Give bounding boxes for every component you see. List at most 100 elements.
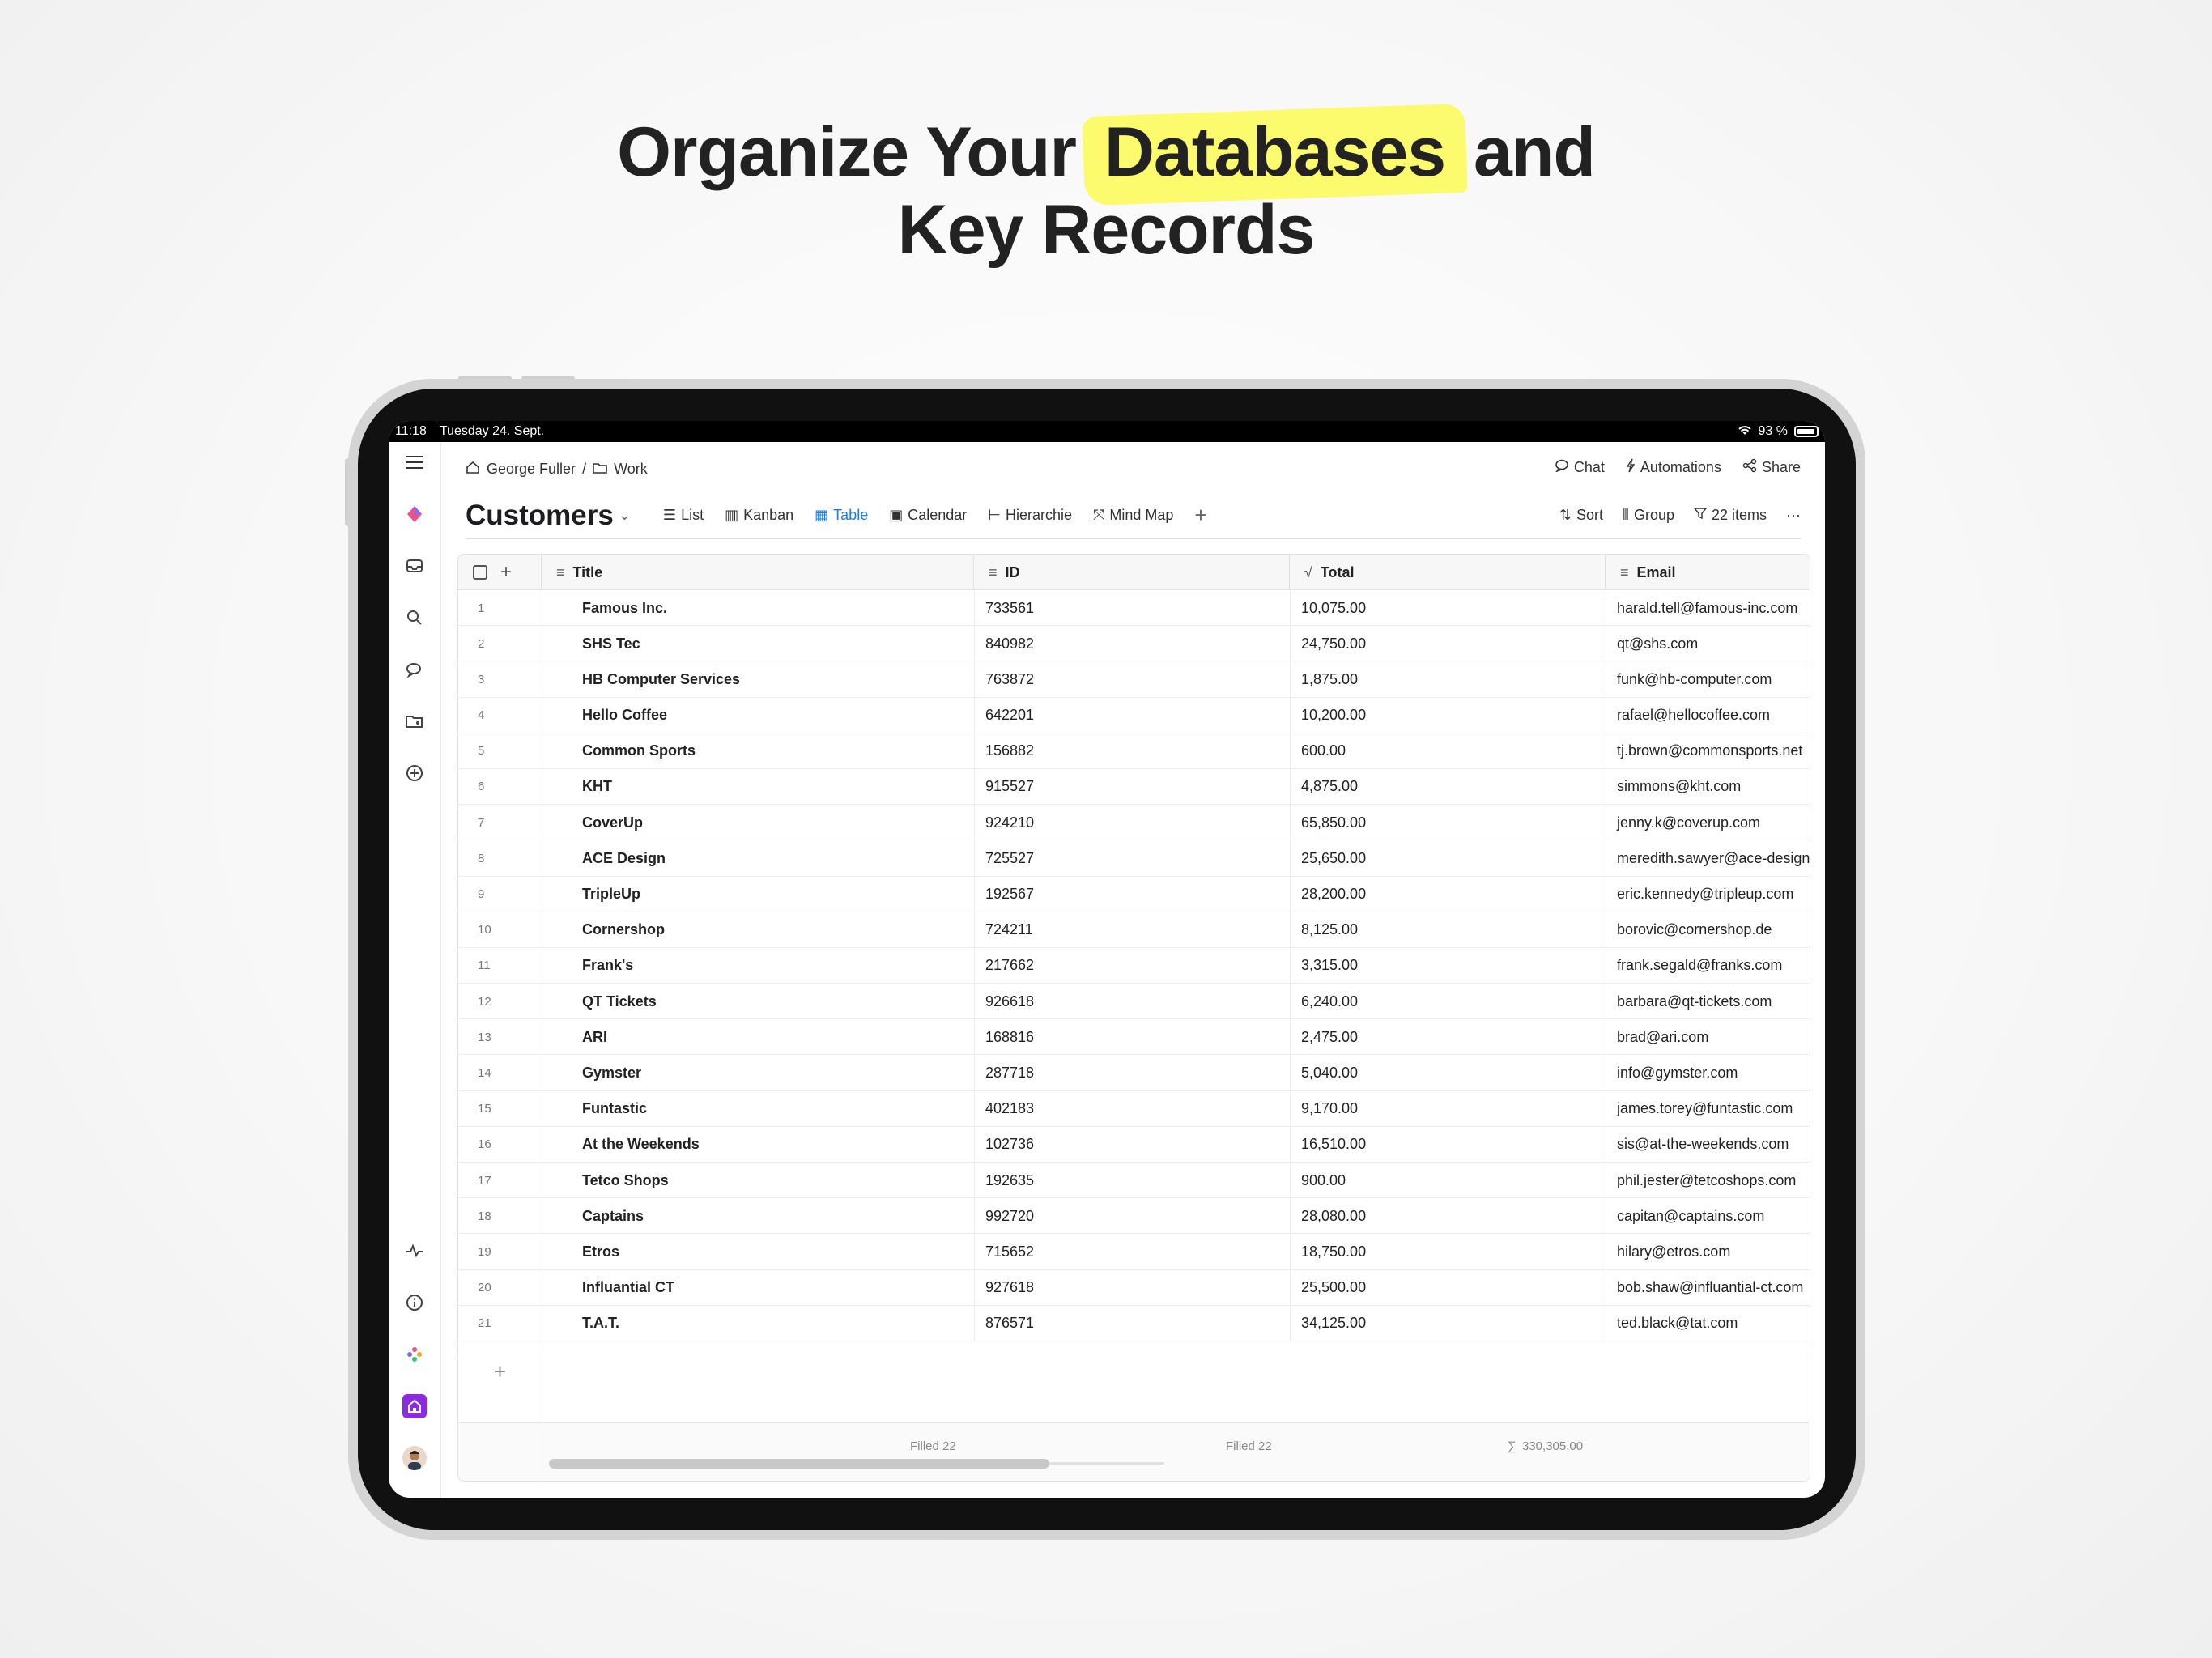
cell-title[interactable]: Gymster	[542, 1055, 974, 1090]
table-row[interactable]: 16 At the Weekends 102736 16,510.00 sis@at-t…	[458, 1126, 1810, 1163]
cell-email[interactable]: sis@at-the-weekends.com	[1606, 1127, 1810, 1163]
cell-title[interactable]: Frank's	[542, 948, 974, 984]
more-icon[interactable]: ···	[1786, 507, 1801, 524]
add-row-icon[interactable]: +	[458, 1354, 542, 1390]
chat-icon[interactable]	[402, 657, 427, 682]
select-all-checkbox[interactable]	[473, 565, 487, 580]
cell-email[interactable]: info@gymster.com	[1606, 1055, 1810, 1090]
breadcrumb-user[interactable]: George Fuller	[487, 461, 576, 478]
cell-total[interactable]: 10,075.00	[1290, 590, 1606, 626]
cell-total[interactable]: 1,875.00	[1290, 661, 1606, 697]
tab-list[interactable]: ☰ List	[663, 507, 704, 524]
cell-total[interactable]: 16,510.00	[1290, 1127, 1606, 1163]
cell-email[interactable]: harald.tell@famous-inc.com	[1606, 590, 1810, 626]
table-row[interactable]: 2 SHS Tec 840982 24,750.00 qt@shs.com	[458, 626, 1810, 662]
table-row[interactable]: 15 Funtastic 402183 9,170.00 james.torey@fun…	[458, 1090, 1810, 1127]
cell-title[interactable]: CoverUp	[542, 805, 974, 840]
home-icon[interactable]	[402, 1394, 427, 1418]
cell-id[interactable]: 724211	[974, 912, 1290, 948]
automations-button[interactable]: Automations	[1626, 458, 1721, 477]
sort-button[interactable]: ⇅ Sort	[1559, 507, 1603, 524]
column-header-title[interactable]: ≡ Title	[542, 555, 974, 590]
cell-email[interactable]: phil.jester@tetcoshops.com	[1606, 1163, 1810, 1198]
cell-email[interactable]: bob.shaw@influantial-ct.com	[1606, 1270, 1810, 1306]
cell-id[interactable]: 992720	[974, 1198, 1290, 1234]
cell-id[interactable]: 287718	[974, 1055, 1290, 1090]
cell-title[interactable]: KHT	[542, 769, 974, 805]
cell-email[interactable]: jenny.k@coverup.com	[1606, 805, 1810, 840]
cell-title[interactable]: ARI	[542, 1019, 974, 1055]
table-row[interactable]: 9 TripleUp 192567 28,200.00 eric.kennedy@tri…	[458, 876, 1810, 912]
table-row[interactable]: 6 KHT 915527 4,875.00 simmons@kht.com	[458, 768, 1810, 806]
cell-title[interactable]: Funtastic	[542, 1091, 974, 1127]
breadcrumb-folder[interactable]: Work	[614, 461, 648, 478]
table-row[interactable]: 17 Tetco Shops 192635 900.00 phil.jester@tet…	[458, 1163, 1810, 1199]
chat-button[interactable]: Chat	[1555, 458, 1605, 477]
add-column-icon[interactable]: +	[500, 561, 512, 584]
table-row[interactable]: 10 Cornershop 724211 8,125.00 borovic@corner…	[458, 912, 1810, 948]
table-row[interactable]: 5 Common Sports 156882 600.00 tj.brown@commo…	[458, 733, 1810, 769]
cell-email[interactable]: qt@shs.com	[1606, 626, 1810, 661]
cell-title[interactable]: ACE Design	[542, 840, 974, 876]
cell-email[interactable]: eric.kennedy@tripleup.com	[1606, 877, 1810, 912]
cell-id[interactable]: 733561	[974, 590, 1290, 626]
cell-total[interactable]: 900.00	[1290, 1163, 1606, 1198]
cell-total[interactable]: 28,200.00	[1290, 877, 1606, 912]
avatar[interactable]	[402, 1446, 427, 1470]
cell-id[interactable]: 725527	[974, 840, 1290, 876]
app-logo-icon[interactable]	[402, 502, 427, 526]
cell-email[interactable]: ted.black@tat.com	[1606, 1306, 1810, 1341]
table-row[interactable]: 1 Famous Inc. 733561 10,075.00 harald.tell@f…	[458, 590, 1810, 627]
apps-icon[interactable]	[402, 1342, 427, 1367]
cell-title[interactable]: Captains	[542, 1198, 974, 1234]
tab-mindmap[interactable]: ⤧ Mind Map	[1093, 507, 1173, 524]
cell-title[interactable]: Cornershop	[542, 912, 974, 948]
cell-email[interactable]: james.torey@funtastic.com	[1606, 1091, 1810, 1127]
cell-id[interactable]: 926618	[974, 984, 1290, 1019]
table-row[interactable]: 11 Frank's 217662 3,315.00 frank.segald@fran…	[458, 947, 1810, 984]
cell-title[interactable]: At the Weekends	[542, 1127, 974, 1163]
cell-id[interactable]: 876571	[974, 1306, 1290, 1341]
cell-total[interactable]: 5,040.00	[1290, 1055, 1606, 1090]
table-row[interactable]: 3 HB Computer Services 763872 1,875.00 funk@…	[458, 661, 1810, 698]
cell-id[interactable]: 763872	[974, 661, 1290, 697]
table-row[interactable]: 19 Etros 715652 18,750.00 hilary@etros.com	[458, 1234, 1810, 1270]
info-icon[interactable]	[402, 1290, 427, 1315]
table-row[interactable]: 18 Captains 992720 28,080.00 capitan@captain…	[458, 1198, 1810, 1235]
cell-email[interactable]: meredith.sawyer@ace-design.com	[1606, 840, 1810, 876]
cell-total[interactable]: 9,170.00	[1290, 1091, 1606, 1127]
cell-title[interactable]: Tetco Shops	[542, 1163, 974, 1198]
cell-title[interactable]: Common Sports	[542, 733, 974, 769]
cell-total[interactable]: 2,475.00	[1290, 1019, 1606, 1055]
share-button[interactable]: Share	[1742, 458, 1801, 477]
cell-id[interactable]: 192567	[974, 877, 1290, 912]
tab-kanban[interactable]: ▥ Kanban	[725, 507, 793, 524]
cell-total[interactable]: 25,500.00	[1290, 1270, 1606, 1306]
cell-total[interactable]: 28,080.00	[1290, 1198, 1606, 1234]
cell-id[interactable]: 924210	[974, 805, 1290, 840]
cell-email[interactable]: brad@ari.com	[1606, 1019, 1810, 1055]
cell-title[interactable]: Influantial CT	[542, 1270, 974, 1306]
cell-id[interactable]: 192635	[974, 1163, 1290, 1198]
cell-title[interactable]: TripleUp	[542, 877, 974, 912]
cell-title[interactable]: Hello Coffee	[542, 698, 974, 733]
tab-table[interactable]: ▦ Table	[815, 507, 868, 524]
table-row[interactable]: 4 Hello Coffee 642201 10,200.00 rafael@hello…	[458, 697, 1810, 733]
cell-email[interactable]: capitan@captains.com	[1606, 1198, 1810, 1234]
cell-total[interactable]: 10,200.00	[1290, 698, 1606, 733]
table-row[interactable]: 14 Gymster 287718 5,040.00 info@gymster.com	[458, 1055, 1810, 1091]
inbox-icon[interactable]	[402, 554, 427, 578]
table-row[interactable]: 20 Influantial CT 927618 25,500.00 bob.shaw@…	[458, 1269, 1810, 1306]
cell-total[interactable]: 18,750.00	[1290, 1234, 1606, 1269]
cell-title[interactable]: Etros	[542, 1234, 974, 1269]
cell-id[interactable]: 927618	[974, 1270, 1290, 1306]
table-row[interactable]: 8 ACE Design 725527 25,650.00 meredith.sawye…	[458, 840, 1810, 877]
cell-title[interactable]: HB Computer Services	[542, 661, 974, 697]
cell-email[interactable]: rafael@hellocoffee.com	[1606, 698, 1810, 733]
cell-email[interactable]: tj.brown@commonsports.net	[1606, 733, 1810, 769]
table-row[interactable]: 13 ARI 168816 2,475.00 brad@ari.com	[458, 1019, 1810, 1056]
cell-id[interactable]: 102736	[974, 1127, 1290, 1163]
table-row[interactable]: 21 T.A.T. 876571 34,125.00 ted.black@tat.com	[458, 1305, 1810, 1341]
table-row[interactable]: 12 QT Tickets 926618 6,240.00 barbara@qt-tic…	[458, 984, 1810, 1020]
search-icon[interactable]	[402, 606, 427, 630]
